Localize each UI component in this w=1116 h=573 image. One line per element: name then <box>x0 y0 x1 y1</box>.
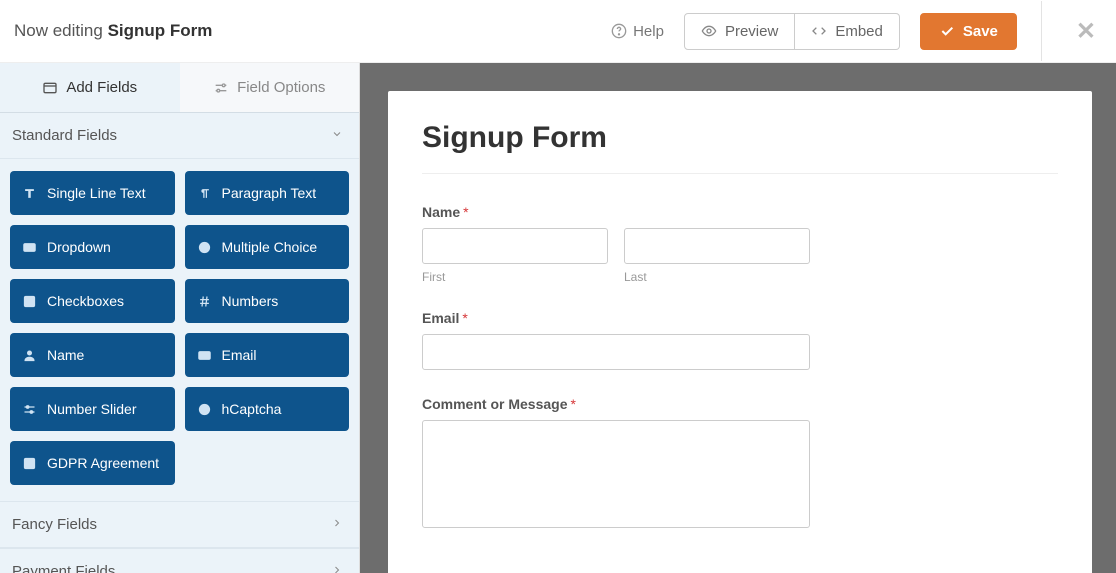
canvas-wrap: Signup Form Name* First Last <box>360 63 1116 573</box>
section-fancy-label: Fancy Fields <box>12 516 97 533</box>
email-label: Email* <box>422 310 1058 326</box>
preview-label: Preview <box>725 23 778 40</box>
field-numbers[interactable]: Numbers <box>185 279 350 323</box>
paragraph-icon <box>197 186 212 201</box>
field-email[interactable]: Email <box>185 333 350 377</box>
field-label: Numbers <box>222 293 279 309</box>
field-hcaptcha[interactable]: hCaptcha <box>185 387 350 431</box>
close-button[interactable]: ✕ <box>1076 17 1096 46</box>
help-icon <box>611 23 627 39</box>
fields-icon <box>42 80 58 96</box>
last-name-input[interactable] <box>624 228 810 264</box>
field-number-slider[interactable]: Number Slider <box>10 387 175 431</box>
name-label-text: Name <box>422 204 460 220</box>
email-label-text: Email <box>422 310 459 326</box>
code-icon <box>811 23 827 39</box>
comment-label: Comment or Message* <box>422 396 1058 412</box>
section-standard-label: Standard Fields <box>12 127 117 144</box>
section-payment-label: Payment Fields <box>12 563 115 573</box>
chevron-right-icon <box>331 563 343 573</box>
top-bar: Now editing Signup Form Help Preview Emb… <box>0 0 1116 63</box>
editing-prefix: Now editing <box>14 21 108 40</box>
envelope-icon <box>197 348 212 363</box>
comment-textarea[interactable] <box>422 420 810 528</box>
tab-field-options[interactable]: Field Options <box>180 63 360 112</box>
text-icon <box>22 186 37 201</box>
email-input[interactable] <box>422 334 810 370</box>
form-title[interactable]: Signup Form <box>422 121 1058 174</box>
help-label: Help <box>633 23 664 40</box>
required-asterisk: * <box>463 204 468 220</box>
sidebar-body[interactable]: Standard Fields Single Line Text Paragra… <box>0 113 359 573</box>
field-label: Single Line Text <box>47 185 146 201</box>
preview-button[interactable]: Preview <box>684 13 795 50</box>
sliders-icon <box>213 80 229 96</box>
form-name: Signup Form <box>108 21 213 40</box>
check-icon <box>939 23 955 39</box>
slider-icon <box>22 402 37 417</box>
required-asterisk: * <box>570 396 575 412</box>
radio-icon <box>197 240 212 255</box>
preview-embed-group: Preview Embed <box>684 13 900 50</box>
field-label: Multiple Choice <box>222 239 318 255</box>
section-payment-fields[interactable]: Payment Fields <box>0 548 359 573</box>
field-checkboxes[interactable]: Checkboxes <box>10 279 175 323</box>
first-name-input[interactable] <box>422 228 608 264</box>
last-sublabel: Last <box>624 270 810 284</box>
field-label: hCaptcha <box>222 401 282 417</box>
form-field-comment[interactable]: Comment or Message* <box>422 396 1058 533</box>
help-link[interactable]: Help <box>599 15 676 48</box>
field-label: Checkboxes <box>47 293 124 309</box>
field-multiple-choice[interactable]: Multiple Choice <box>185 225 350 269</box>
field-name[interactable]: Name <box>10 333 175 377</box>
field-label: Paragraph Text <box>222 185 317 201</box>
comment-label-text: Comment or Message <box>422 396 567 412</box>
hash-icon <box>197 294 212 309</box>
section-fancy-fields[interactable]: Fancy Fields <box>0 501 359 548</box>
shield-icon <box>197 402 212 417</box>
required-asterisk: * <box>462 310 467 326</box>
save-label: Save <box>963 23 998 40</box>
first-sublabel: First <box>422 270 608 284</box>
eye-icon <box>701 23 717 39</box>
sidebar-tabs: Add Fields Field Options <box>0 63 359 113</box>
main: Add Fields Field Options Standard Fields… <box>0 63 1116 573</box>
field-label: Name <box>47 347 84 363</box>
sidebar: Add Fields Field Options Standard Fields… <box>0 63 360 573</box>
field-label: Number Slider <box>47 401 136 417</box>
embed-label: Embed <box>835 23 883 40</box>
tab-add-fields-label: Add Fields <box>66 79 137 96</box>
field-label: Dropdown <box>47 239 111 255</box>
tab-add-fields[interactable]: Add Fields <box>0 63 180 112</box>
embed-button[interactable]: Embed <box>795 13 900 50</box>
user-icon <box>22 348 37 363</box>
standard-fields-grid: Single Line Text Paragraph Text Dropdown… <box>0 159 359 501</box>
form-field-email[interactable]: Email* <box>422 310 1058 370</box>
field-single-line-text[interactable]: Single Line Text <box>10 171 175 215</box>
name-label: Name* <box>422 204 1058 220</box>
tab-field-options-label: Field Options <box>237 79 325 96</box>
form-field-name[interactable]: Name* First Last <box>422 204 1058 284</box>
dropdown-icon <box>22 240 37 255</box>
divider <box>1041 1 1042 61</box>
field-gdpr-agreement[interactable]: GDPR Agreement <box>10 441 175 485</box>
field-label: Email <box>222 347 257 363</box>
chevron-right-icon <box>331 516 343 533</box>
section-standard-fields[interactable]: Standard Fields <box>0 113 359 159</box>
field-paragraph-text[interactable]: Paragraph Text <box>185 171 350 215</box>
field-dropdown[interactable]: Dropdown <box>10 225 175 269</box>
check-square-icon <box>22 456 37 471</box>
form-canvas[interactable]: Signup Form Name* First Last <box>388 91 1092 573</box>
checkbox-icon <box>22 294 37 309</box>
field-label: GDPR Agreement <box>47 455 159 471</box>
chevron-down-icon <box>331 127 343 144</box>
editing-label: Now editing Signup Form <box>14 21 212 41</box>
save-button[interactable]: Save <box>920 13 1017 50</box>
